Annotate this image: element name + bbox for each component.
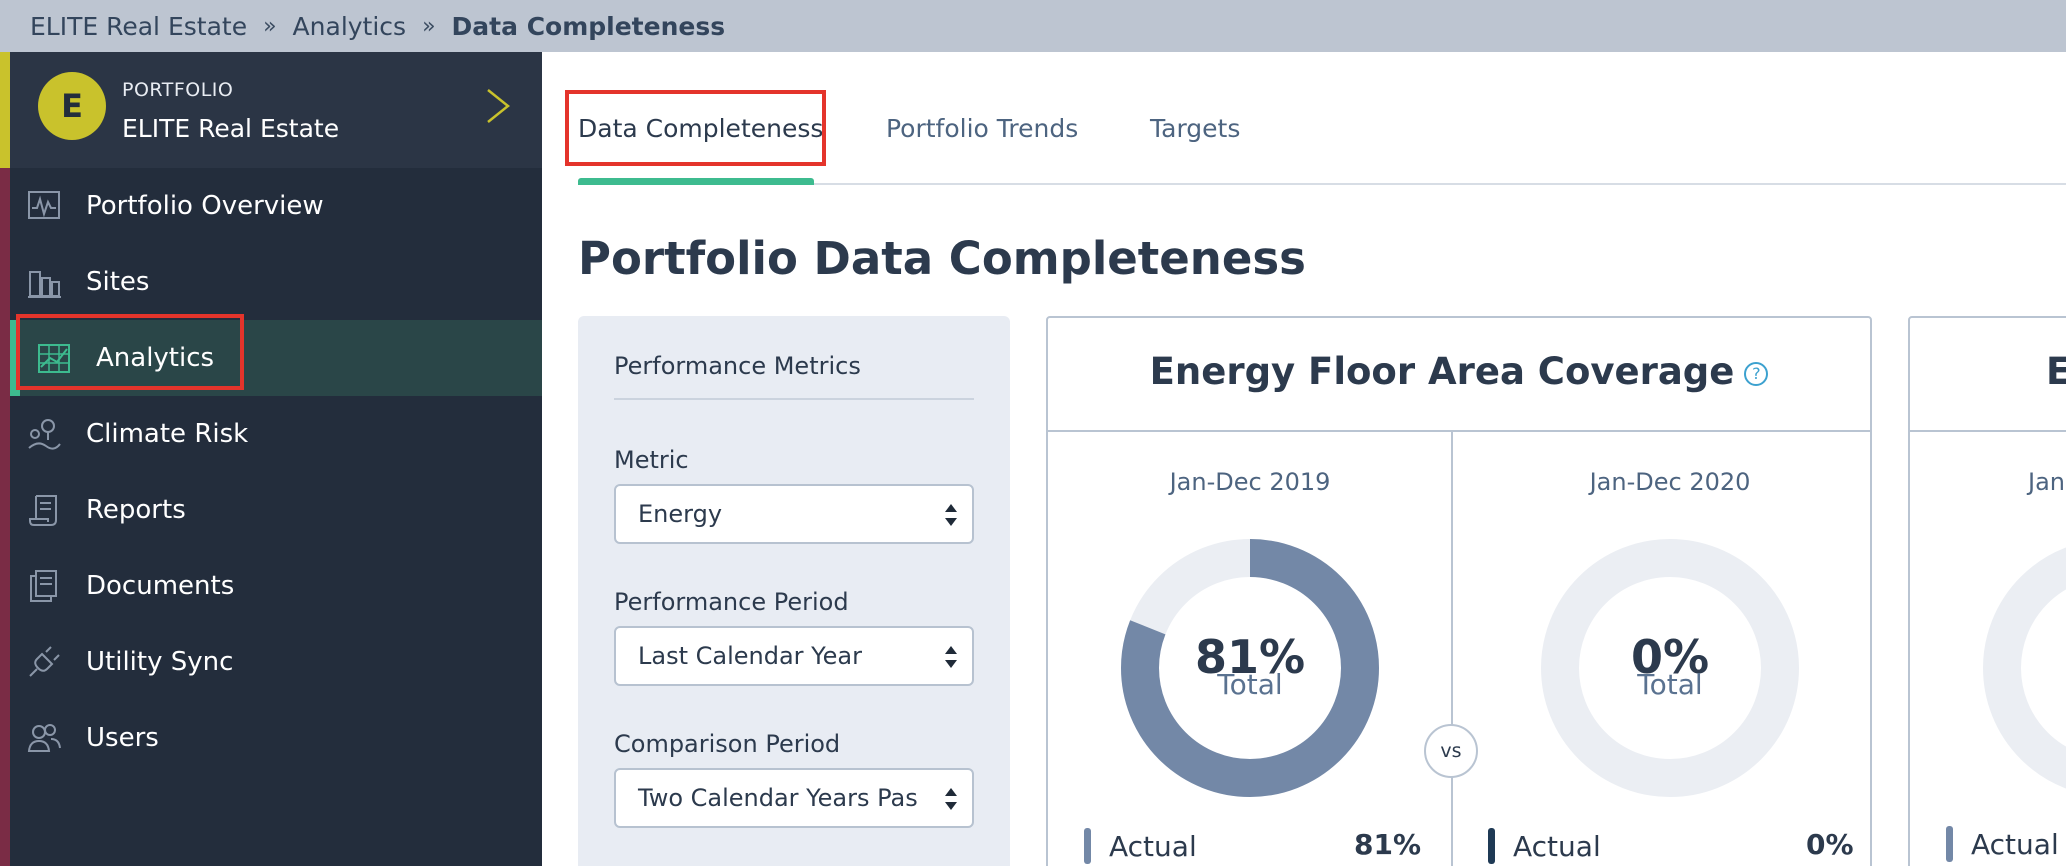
page-title: Portfolio Data Completeness — [578, 232, 1306, 285]
breadcrumb-separator: » — [263, 13, 277, 39]
sidebar-item-documents[interactable]: Documents — [10, 548, 542, 624]
legend-value-2020: 0% — [1806, 828, 1854, 861]
card-column-divider — [1451, 432, 1453, 866]
total-label-2020: Total — [1637, 668, 1703, 701]
card-header: Energy Floor Area Coverage? — [1048, 318, 1870, 432]
sidebar-item-label: Documents — [86, 571, 235, 601]
breadcrumb-current: Data Completeness — [451, 11, 726, 41]
panel-title: Performance Metrics — [614, 352, 861, 380]
legend-swatch — [1946, 826, 1953, 862]
legend-swatch — [1488, 828, 1495, 864]
breadcrumb-separator: » — [422, 13, 436, 39]
sidebar-item-label: Portfolio Overview — [86, 191, 324, 221]
active-tab-indicator — [578, 178, 814, 185]
legend-label: Actual — [1513, 829, 1601, 863]
sidebar-edge-accent — [0, 52, 10, 168]
sidebar-item-label: Users — [86, 723, 159, 753]
scroll-icon — [26, 492, 62, 528]
breadcrumb: ELITE Real Estate » Analytics » Data Com… — [0, 0, 2066, 52]
sidebar-item-label: Sites — [86, 267, 150, 297]
legend-label: Actual — [1109, 829, 1197, 863]
sidebar-item-utility-sync[interactable]: Utility Sync — [10, 624, 542, 700]
buildings-icon — [26, 264, 62, 300]
metric-label: Metric — [614, 446, 689, 474]
sidebar-item-sites[interactable]: Sites — [10, 244, 542, 320]
legend-label: Actual — [1971, 827, 2059, 861]
total-label-2019: Total — [1217, 668, 1283, 701]
highlight-box-data-completeness — [565, 90, 826, 166]
select-arrows-icon — [945, 504, 957, 526]
sidebar-item-climate-risk[interactable]: Climate Risk — [10, 396, 542, 472]
portfolio-name: ELITE Real Estate — [122, 114, 340, 143]
sidebar: E PORTFOLIO ELITE Real Estate Portfolio … — [0, 52, 542, 866]
card-header: E — [1910, 318, 2066, 432]
performance-period-label: Performance Period — [614, 588, 849, 616]
performance-metrics-panel: Performance Metrics Metric Energy Perfor… — [578, 316, 1010, 866]
donut-track — [1983, 547, 2066, 789]
divider — [614, 398, 974, 400]
comparison-period-label: Comparison Period — [614, 730, 841, 758]
tab-portfolio-trends[interactable]: Portfolio Trends — [886, 114, 1078, 143]
portfolio-switcher[interactable]: E PORTFOLIO ELITE Real Estate — [10, 52, 542, 168]
sidebar-item-portfolio-overview[interactable]: Portfolio Overview — [10, 168, 542, 244]
help-icon[interactable]: ? — [1744, 361, 1769, 386]
tab-targets[interactable]: Targets — [1150, 114, 1240, 143]
users-icon — [26, 720, 62, 756]
vs-badge: vs — [1424, 724, 1478, 778]
sidebar-item-label: Reports — [86, 495, 186, 525]
period-label-2019: Jan-Dec 2019 — [1169, 468, 1331, 496]
legend-actual-2019: Actual — [1084, 826, 1197, 866]
comparison-period-select-value: Two Calendar Years Pas — [638, 784, 918, 812]
avatar: E — [38, 72, 106, 140]
donut-chart-partial — [1983, 547, 2066, 789]
legend-value-2019: 81% — [1354, 828, 1422, 861]
sidebar-item-label: Climate Risk — [86, 419, 249, 449]
plug-icon — [26, 644, 62, 680]
legend-swatch — [1084, 828, 1091, 864]
card-title: Energy Floor Area Coverage? — [1048, 350, 1870, 393]
legend-actual-2020: Actual — [1488, 826, 1601, 866]
card-title-text: Energy Floor Area Coverage — [1149, 350, 1735, 393]
period-label-2020: Jan-Dec 2020 — [1589, 468, 1751, 496]
legend-actual-partial: Actual — [1946, 826, 2059, 862]
metric-select-value: Energy — [638, 500, 723, 528]
breadcrumb-item-analytics[interactable]: Analytics — [293, 12, 407, 41]
select-arrows-icon — [945, 788, 957, 810]
card-title-fragment: E — [2046, 350, 2066, 393]
metric-select[interactable]: Energy — [614, 484, 974, 544]
chart-monitor-icon — [26, 188, 62, 224]
performance-period-select[interactable]: Last Calendar Year — [614, 626, 974, 686]
sidebar-item-reports[interactable]: Reports — [10, 472, 542, 548]
energy-floor-area-coverage-card: Energy Floor Area Coverage? Jan-Dec 2019… — [1046, 316, 1872, 866]
chevron-right-icon[interactable] — [480, 86, 516, 126]
period-label-fragment: Jan — [2028, 468, 2065, 496]
breadcrumb-item-portfolio[interactable]: ELITE Real Estate — [30, 12, 247, 41]
documents-icon — [26, 568, 62, 604]
second-coverage-card: E Jan Actual — [1908, 316, 2066, 866]
comparison-period-select[interactable]: Two Calendar Years Pas — [614, 768, 974, 828]
select-arrows-icon — [945, 646, 957, 668]
sidebar-item-label: Utility Sync — [86, 647, 234, 677]
portfolio-label: PORTFOLIO — [122, 79, 234, 101]
map-pin-icon — [26, 416, 62, 452]
highlight-box-analytics — [16, 314, 244, 390]
performance-period-select-value: Last Calendar Year — [638, 642, 862, 670]
sidebar-edge-strip — [0, 52, 10, 866]
sidebar-item-users[interactable]: Users — [10, 700, 542, 776]
